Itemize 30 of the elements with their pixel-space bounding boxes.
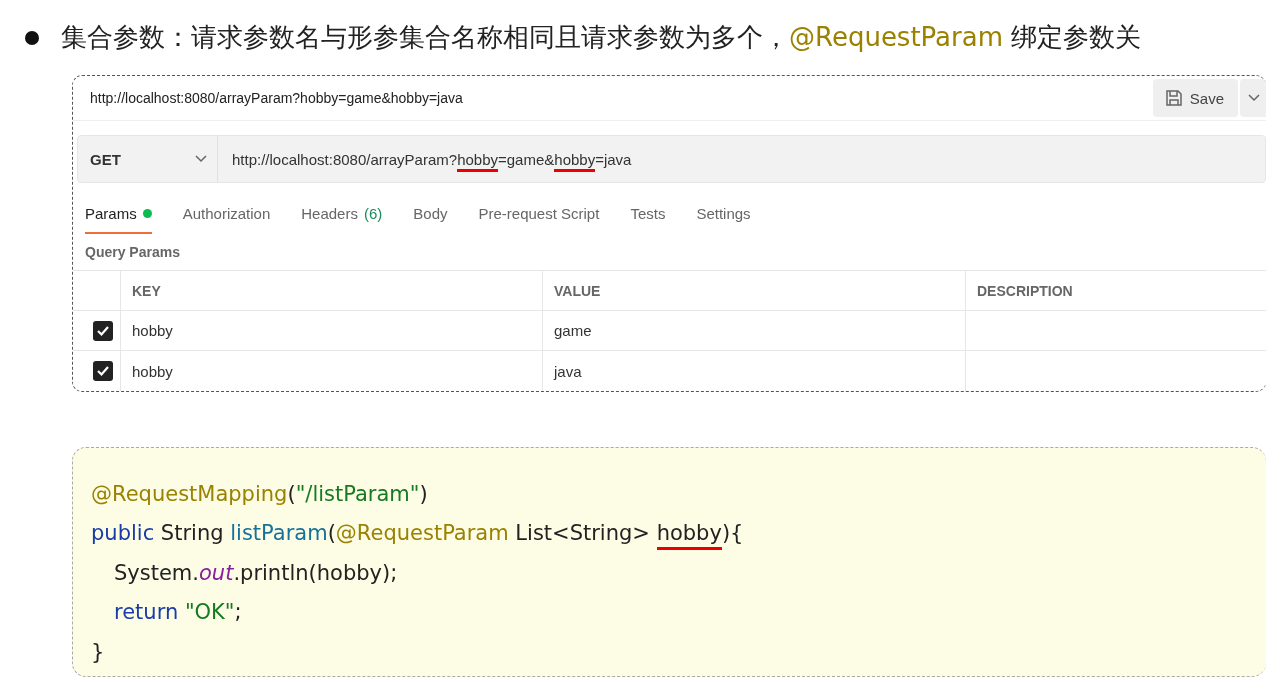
check-icon (96, 324, 110, 337)
checkbox[interactable] (93, 320, 113, 341)
tab[interactable]: Settings (696, 201, 751, 234)
code-line: @RequestMapping("/listParam") (91, 480, 429, 508)
code-line: } (91, 638, 106, 666)
tab[interactable]: Body (413, 201, 448, 234)
tab[interactable]: Pre-request Script (478, 201, 600, 234)
request-title: http://localhost:8080/arrayParam?hobby=game&hobby=java (90, 90, 463, 106)
column-header: VALUE (542, 271, 965, 311)
table-cell: hobby (120, 351, 542, 391)
tab[interactable]: Tests (630, 201, 666, 234)
code-line: return "OK"; (113, 599, 243, 627)
check-icon (96, 365, 110, 377)
tab[interactable]: Params (85, 201, 152, 234)
table-cell: java (542, 351, 965, 391)
column-header: KEY (120, 271, 542, 311)
tab[interactable]: Authorization (182, 201, 271, 234)
tab[interactable]: Headers (6) (301, 201, 383, 234)
checkbox[interactable] (93, 361, 113, 381)
column-header: DESCRIPTION (965, 271, 1266, 311)
table-cell: hobby (120, 311, 542, 351)
heading-text: 集合参数：请求参数名与形参集合名称相同且请求参数为多个，@RequestParam 绑定参数关 (61, 21, 1142, 54)
code-line: public String listParam(@RequestParam List<String> hobby){ (91, 513, 1266, 553)
table-cell: game (542, 311, 965, 351)
save-button[interactable]: Save (1152, 79, 1238, 117)
bullet-icon (25, 30, 39, 45)
caret-icon (1248, 94, 1260, 102)
save-icon (1164, 89, 1183, 107)
section-title: Query Params (85, 244, 181, 260)
code-line: System.out.println(hobby); (113, 559, 399, 587)
